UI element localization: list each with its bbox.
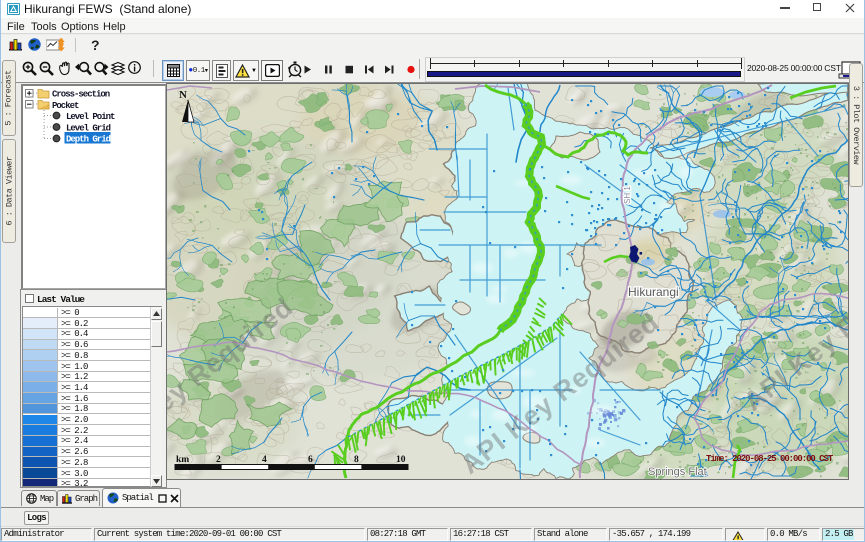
svg-text:Level Point: Level Point bbox=[66, 112, 115, 122]
svg-text:6: 6 bbox=[308, 455, 313, 465]
svg-text:SH 1: SH 1 bbox=[623, 186, 632, 204]
svg-text:4: 4 bbox=[262, 455, 267, 465]
svg-text:8: 8 bbox=[354, 455, 359, 465]
svg-text:Level Grid: Level Grid bbox=[66, 124, 111, 134]
svg-text:km: km bbox=[176, 455, 189, 465]
svg-text:Pocket: Pocket bbox=[52, 101, 79, 111]
svg-text:Depth Grid: Depth Grid bbox=[66, 135, 111, 145]
svg-text:N: N bbox=[179, 89, 187, 101]
svg-text:Springs Flat: Springs Flat bbox=[648, 466, 707, 478]
svg-text:2: 2 bbox=[216, 455, 221, 465]
svg-text:Cross-section: Cross-section bbox=[52, 89, 110, 99]
svg-text:10: 10 bbox=[396, 455, 406, 465]
svg-text:Time: 2020-08-25 00:00:00 CST: Time: 2020-08-25 00:00:00 CST bbox=[706, 454, 834, 464]
svg-text:Hikurangi: Hikurangi bbox=[628, 285, 679, 299]
